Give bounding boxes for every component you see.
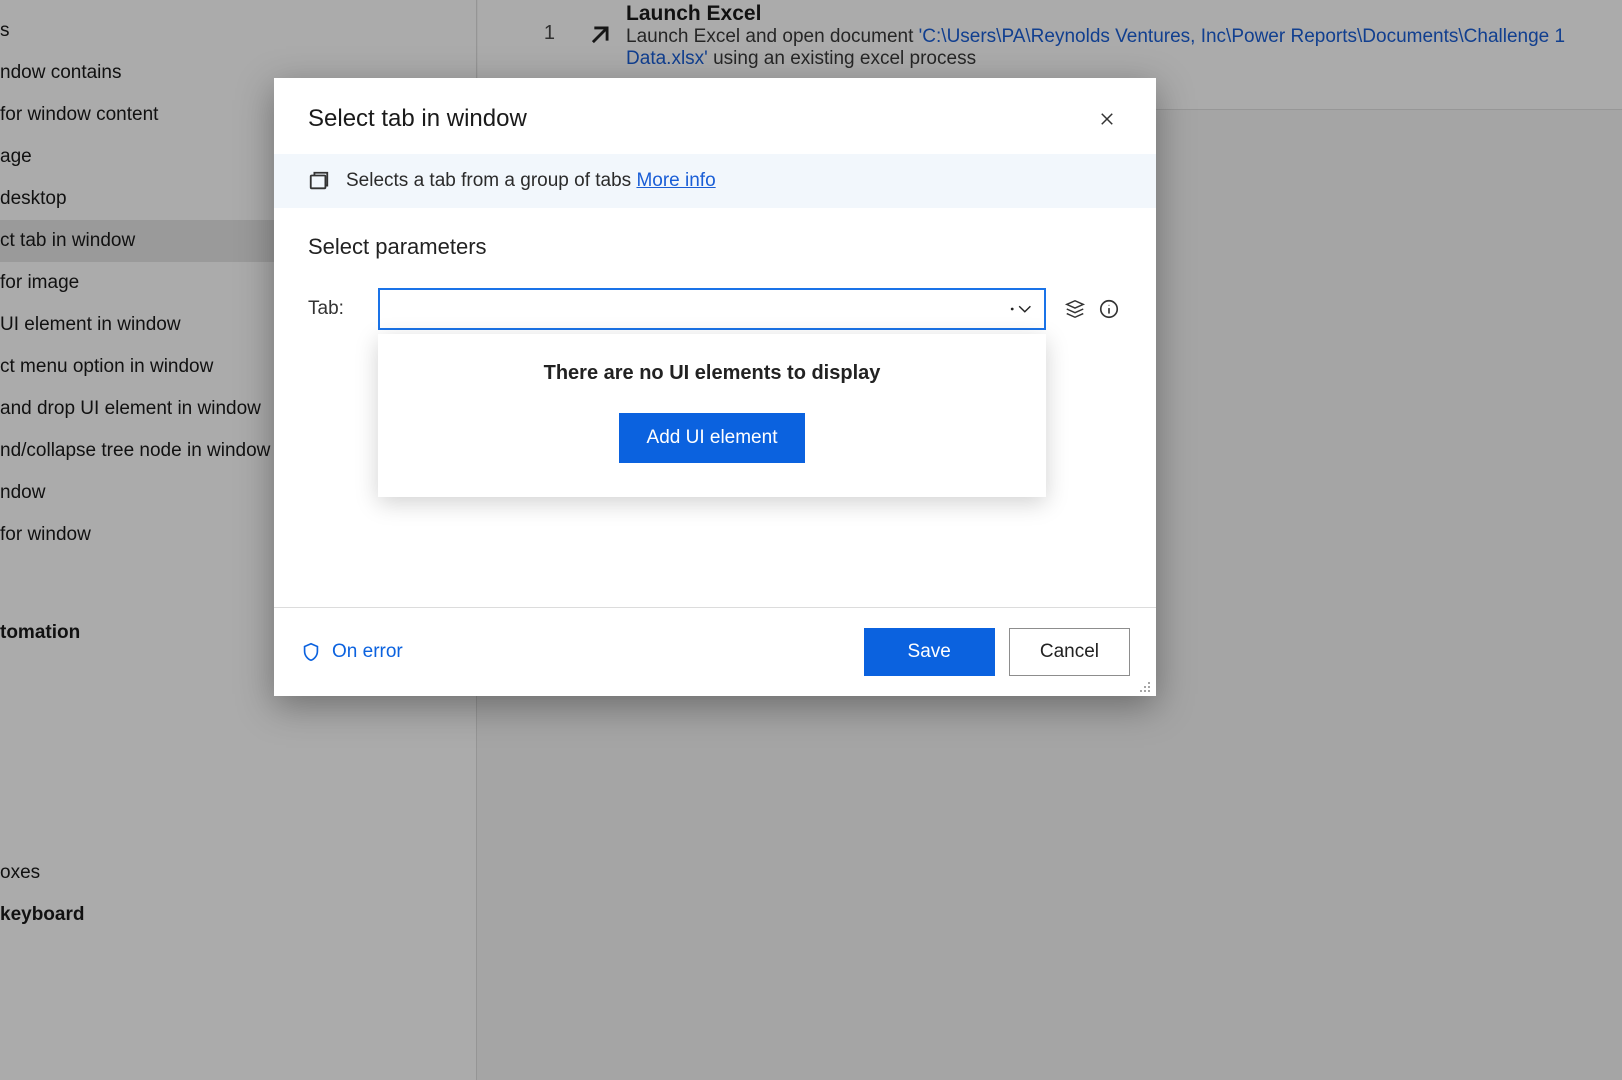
- shield-icon: [300, 640, 322, 664]
- tab-combobox: There are no UI elements to display Add …: [378, 288, 1046, 330]
- resize-grip-icon[interactable]: [1136, 678, 1152, 694]
- dropdown-empty-text: There are no UI elements to display: [388, 362, 1036, 385]
- dialog-body: Select parameters Tab: There are no UI e…: [274, 208, 1156, 607]
- add-ui-element-button[interactable]: Add UI element: [619, 413, 806, 463]
- parameters-heading: Select parameters: [308, 234, 1122, 260]
- parameter-side-icons: [1064, 298, 1120, 320]
- save-button[interactable]: Save: [864, 628, 995, 676]
- tab-dropdown-panel: There are no UI elements to display Add …: [378, 334, 1046, 497]
- on-error-label: On error: [332, 641, 403, 663]
- on-error-link[interactable]: On error: [300, 640, 403, 664]
- close-button[interactable]: [1090, 102, 1124, 136]
- tab-input[interactable]: [378, 288, 1046, 330]
- select-tab-dialog: Select tab in window Selects a tab from …: [274, 78, 1156, 696]
- dialog-title: Select tab in window: [308, 105, 527, 133]
- tab-parameter-row: Tab: There are no UI elements to display…: [308, 288, 1122, 330]
- more-info-link[interactable]: More info: [636, 170, 715, 191]
- close-icon: [1098, 110, 1116, 128]
- ui-element-picker-icon[interactable]: [1064, 298, 1086, 320]
- tab-label: Tab:: [308, 298, 360, 320]
- dialog-description: Selects a tab from a group of tabs: [346, 170, 631, 191]
- dialog-footer: On error Save Cancel: [274, 607, 1156, 696]
- tabs-icon: [308, 170, 330, 192]
- dialog-description-bar: Selects a tab from a group of tabs More …: [274, 154, 1156, 208]
- info-icon[interactable]: [1098, 298, 1120, 320]
- cancel-button[interactable]: Cancel: [1009, 628, 1130, 676]
- dialog-header: Select tab in window: [274, 78, 1156, 154]
